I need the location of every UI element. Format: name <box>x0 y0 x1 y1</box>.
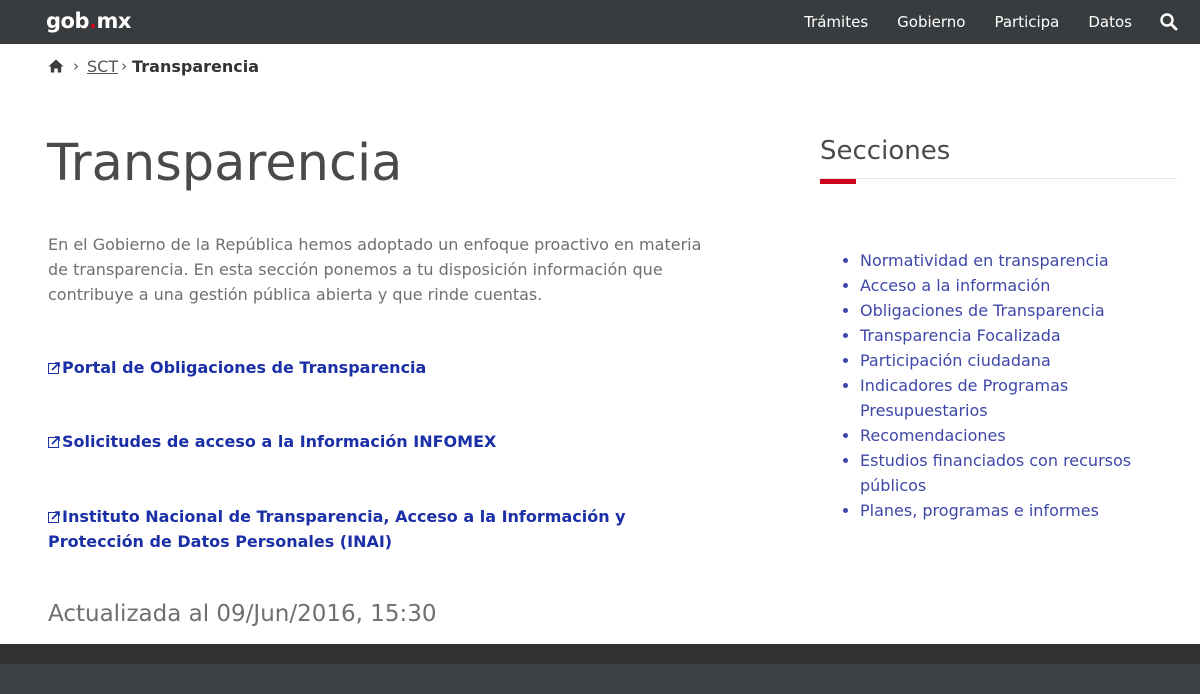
section-link-focalizada[interactable]: Transparencia Focalizada <box>860 326 1061 345</box>
search-icon[interactable] <box>1159 12 1179 32</box>
section-link-normatividad[interactable]: Normatividad en transparencia <box>860 251 1109 270</box>
link-infomex[interactable]: Solicitudes de acceso a la Información I… <box>48 429 658 454</box>
list-item: Obligaciones de Transparencia <box>860 298 1160 323</box>
sections-divider <box>820 178 1177 179</box>
section-link-indicadores[interactable]: Indicadores de Programas Presupuestarios <box>860 376 1068 420</box>
main-nav: Trámites Gobierno Participa Datos <box>775 0 1132 44</box>
list-item: Normatividad en transparencia <box>860 248 1160 273</box>
sections-accent-bar <box>820 179 856 184</box>
list-item: Acceso a la información <box>860 273 1160 298</box>
list-item: Planes, programas e informes <box>860 498 1160 523</box>
sections-list: Normatividad en transparencia Acceso a l… <box>860 248 1160 523</box>
intro-paragraph: En el Gobierno de la República hemos ado… <box>48 235 702 304</box>
page-title: Transparencia <box>47 134 403 193</box>
list-item: Estudios financiados con recursos públic… <box>860 448 1160 498</box>
breadcrumb-sct[interactable]: SCT <box>87 57 118 76</box>
section-link-estudios[interactable]: Estudios financiados con recursos públic… <box>860 451 1131 495</box>
breadcrumb: › SCT › Transparencia <box>48 55 259 77</box>
link-portal-obligaciones[interactable]: Portal de Obligaciones de Transparencia <box>48 355 658 380</box>
section-link-obligaciones[interactable]: Obligaciones de Transparencia <box>860 301 1105 320</box>
section-link-participacion[interactable]: Participación ciudadana <box>860 351 1051 370</box>
nav-datos[interactable]: Datos <box>1088 13 1132 31</box>
chevron-right-icon: › <box>121 57 128 75</box>
list-item: Participación ciudadana <box>860 348 1160 373</box>
breadcrumb-current: Transparencia <box>132 56 260 76</box>
external-link-icon <box>48 511 60 523</box>
external-link-icon <box>48 362 60 374</box>
section-link-planes[interactable]: Planes, programas e informes <box>860 501 1099 520</box>
footer-top-band <box>0 644 1200 664</box>
home-icon[interactable] <box>48 58 64 74</box>
sections-title: Secciones <box>820 136 951 166</box>
section-link-acceso[interactable]: Acceso a la información <box>860 276 1050 295</box>
last-updated: Actualizada al 09/Jun/2016, 15:30 <box>48 601 437 627</box>
footer <box>0 664 1200 694</box>
section-link-recomendaciones[interactable]: Recomendaciones <box>860 426 1006 445</box>
link-inai[interactable]: Instituto Nacional de Transparencia, Acc… <box>48 504 658 554</box>
list-item: Transparencia Focalizada <box>860 323 1160 348</box>
gobmx-logo[interactable]: gob.mx <box>46 9 131 33</box>
list-item: Indicadores de Programas Presupuestarios <box>860 373 1160 423</box>
list-item: Recomendaciones <box>860 423 1160 448</box>
external-link-icon <box>48 436 60 448</box>
top-navbar: gob.mx Trámites Gobierno Participa Datos <box>0 0 1200 44</box>
chevron-right-icon: › <box>73 57 79 75</box>
nav-tramites[interactable]: Trámites <box>804 13 868 31</box>
nav-gobierno[interactable]: Gobierno <box>897 13 965 31</box>
nav-participa[interactable]: Participa <box>994 13 1059 31</box>
